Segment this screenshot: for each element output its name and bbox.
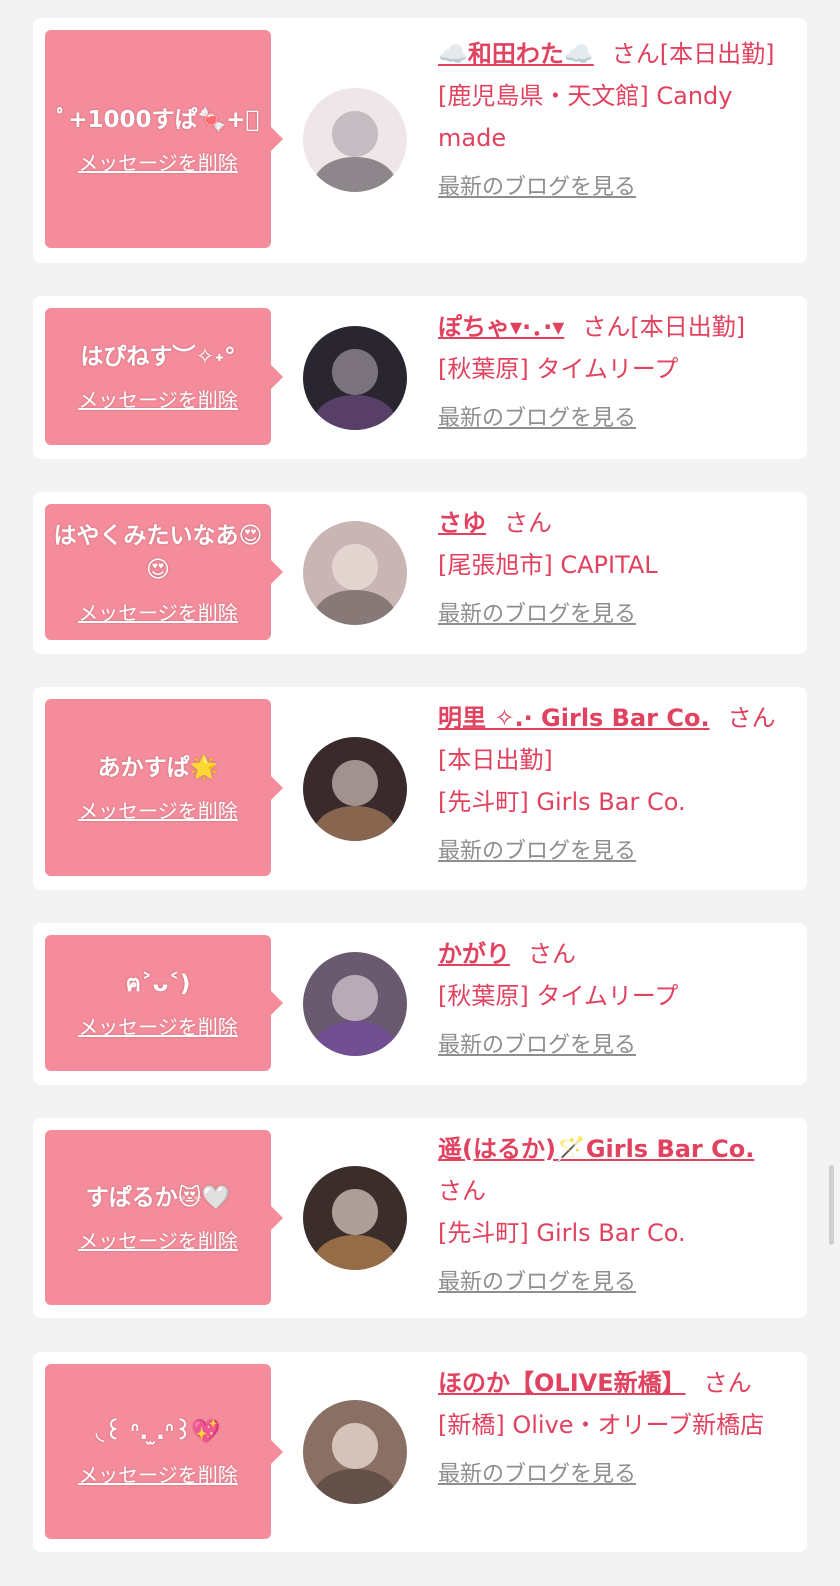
cast-name-link[interactable]: ☁️和田わた☁️ <box>438 40 594 68</box>
store-text: [新橋] Olive・オリーブ新橋店 <box>438 1411 765 1439</box>
avatar-face <box>332 759 378 806</box>
avatar-body <box>314 156 396 192</box>
delete-message-link[interactable]: メッセージを削除 <box>78 795 238 824</box>
avatar-body <box>314 805 396 841</box>
avatar-face <box>332 110 378 157</box>
message-text: ฅ˃ᴗ˂) <box>125 970 191 997</box>
delete-message-link[interactable]: メッセージを削除 <box>78 384 238 413</box>
list-item: ﾟ+1000すぱ🍬+ﾟ メッセージを削除 ☁️和田わた☁️ さん[本日出勤] [鹿… <box>33 18 807 263</box>
avatar-body <box>314 1234 396 1270</box>
message-bubble: あかすぱ🌟 メッセージを削除 <box>45 699 283 876</box>
avatar[interactable] <box>303 1166 407 1270</box>
message-text: はぴねす︶✧˖° <box>80 344 236 370</box>
delete-message-link[interactable]: メッセージを削除 <box>78 1011 238 1040</box>
blog-link[interactable]: 最新のブログを見る <box>438 1262 636 1304</box>
blog-link[interactable]: 最新のブログを見る <box>438 831 636 873</box>
cast-name-link[interactable]: かがり <box>438 940 510 968</box>
blog-link[interactable]: 最新のブログを見る <box>438 1025 636 1067</box>
cast-info: かがり さん [秋葉原] タイムリープ 最新のブログを見る <box>438 933 788 1067</box>
message-text: ◟꒰ ᐢ. ̫.ᐢ꒱💖 <box>95 1419 221 1445</box>
cast-name-link[interactable]: 明里 ✧.· Girls Bar Co. <box>438 704 710 732</box>
cast-name-link[interactable]: ほのか【OLIVE新橋】 <box>438 1369 686 1397</box>
list-item: すぱるか😻🤍 メッセージを削除 遥(はるか)🪄Girls Bar Co. さん … <box>33 1118 807 1318</box>
list-item: はやくみたいなあ😍😍 メッセージを削除 さゆ さん [尾張旭市] CAPITAL … <box>33 492 807 654</box>
avatar-face <box>332 348 378 395</box>
message-text: すぱるか😻🤍 <box>85 1185 231 1211</box>
avatar[interactable] <box>303 326 407 430</box>
message-text: はやくみたいなあ😍😍 <box>53 522 263 583</box>
delete-message-link[interactable]: メッセージを削除 <box>78 597 238 626</box>
status-text: [本日出勤] <box>659 40 775 68</box>
cast-info: ほのか【OLIVE新橋】 さん [新橋] Olive・オリーブ新橋店 最新のブログ… <box>438 1362 788 1496</box>
cast-name-link[interactable]: 遥(はるか)🪄Girls Bar Co. <box>438 1135 754 1163</box>
message-bubble: すぱるか😻🤍 メッセージを削除 <box>45 1130 283 1305</box>
status-text: [本日出勤] <box>630 313 746 341</box>
blog-link[interactable]: 最新のブログを見る <box>438 398 636 440</box>
avatar[interactable] <box>303 1400 407 1504</box>
blog-link[interactable]: 最新のブログを見る <box>438 594 636 636</box>
delete-message-link[interactable]: メッセージを削除 <box>78 147 238 176</box>
avatar[interactable] <box>303 737 407 841</box>
honorific: さん <box>582 313 631 341</box>
avatar-body <box>314 589 396 625</box>
avatar-body <box>314 1468 396 1504</box>
avatar-face <box>332 1422 378 1469</box>
list-item: あかすぱ🌟 メッセージを削除 明里 ✧.· Girls Bar Co. さん [本… <box>33 687 807 890</box>
status-text: [本日出勤] <box>438 746 553 774</box>
avatar[interactable] <box>303 88 407 192</box>
message-bubble: はぴねす︶✧˖° メッセージを削除 <box>45 308 283 445</box>
message-bubble: はやくみたいなあ😍😍 メッセージを削除 <box>45 504 283 640</box>
message-text: ﾟ+1000すぱ🍬+ﾟ <box>56 106 260 133</box>
cast-name-link[interactable]: さゆ <box>438 509 486 537</box>
avatar-face <box>332 543 378 590</box>
store-text: [先斗町] Girls Bar Co. <box>438 788 686 816</box>
store-text: [秋葉原] タイムリープ <box>438 982 679 1010</box>
store-text: [秋葉原] タイムリープ <box>438 355 679 383</box>
cast-info: ☁️和田わた☁️ さん[本日出勤] [鹿児島県・天文館] Candy made 最… <box>438 33 788 209</box>
cast-info: さゆ さん [尾張旭市] CAPITAL 最新のブログを見る <box>438 502 788 636</box>
avatar-face <box>332 974 378 1021</box>
message-bubble: ﾟ+1000すぱ🍬+ﾟ メッセージを削除 <box>45 30 283 248</box>
list-item: はぴねす︶✧˖° メッセージを削除 ぽちゃ▾·．·▾ さん[本日出勤] [秋葉原]… <box>33 296 807 459</box>
avatar[interactable] <box>303 952 407 1056</box>
list-item: ◟꒰ ᐢ. ̫.ᐢ꒱💖 メッセージを削除 ほのか【OLIVE新橋】 さん [新橋]… <box>33 1352 807 1552</box>
delete-message-link[interactable]: メッセージを削除 <box>78 1459 238 1488</box>
cast-name-link[interactable]: ぽちゃ▾·．·▾ <box>438 313 564 341</box>
honorific: さん <box>528 940 576 968</box>
delete-message-link[interactable]: メッセージを削除 <box>78 1225 238 1254</box>
message-bubble: ฅ˃ᴗ˂) メッセージを削除 <box>45 935 283 1071</box>
honorific: さん <box>438 1177 486 1205</box>
avatar[interactable] <box>303 521 407 625</box>
store-text: [鹿児島県・天文館] Candy made <box>438 82 733 152</box>
blog-link[interactable]: 最新のブログを見る <box>438 167 636 209</box>
cast-info: 遥(はるか)🪄Girls Bar Co. さん [先斗町] Girls Bar … <box>438 1128 788 1304</box>
message-bubble: ◟꒰ ᐢ. ̫.ᐢ꒱💖 メッセージを削除 <box>45 1364 283 1539</box>
store-text: [先斗町] Girls Bar Co. <box>438 1219 686 1247</box>
honorific: さん <box>703 1369 752 1397</box>
cast-info: ぽちゃ▾·．·▾ さん[本日出勤] [秋葉原] タイムリープ 最新のブログを見る <box>438 306 788 440</box>
avatar-face <box>332 1188 378 1235</box>
cast-info: 明里 ✧.· Girls Bar Co. さん [本日出勤] [先斗町] Girl… <box>438 697 788 873</box>
honorific: さん <box>727 704 776 732</box>
honorific: さん <box>504 509 552 537</box>
message-text: あかすぱ🌟 <box>97 755 219 781</box>
scrollbar[interactable] <box>829 1165 834 1245</box>
blog-link[interactable]: 最新のブログを見る <box>438 1454 636 1496</box>
list-item: ฅ˃ᴗ˂) メッセージを削除 かがり さん [秋葉原] タイムリープ 最新のブログ… <box>33 923 807 1085</box>
avatar-body <box>314 394 396 430</box>
honorific: さん <box>611 40 660 68</box>
store-text: [尾張旭市] CAPITAL <box>438 551 658 579</box>
avatar-body <box>314 1020 396 1056</box>
